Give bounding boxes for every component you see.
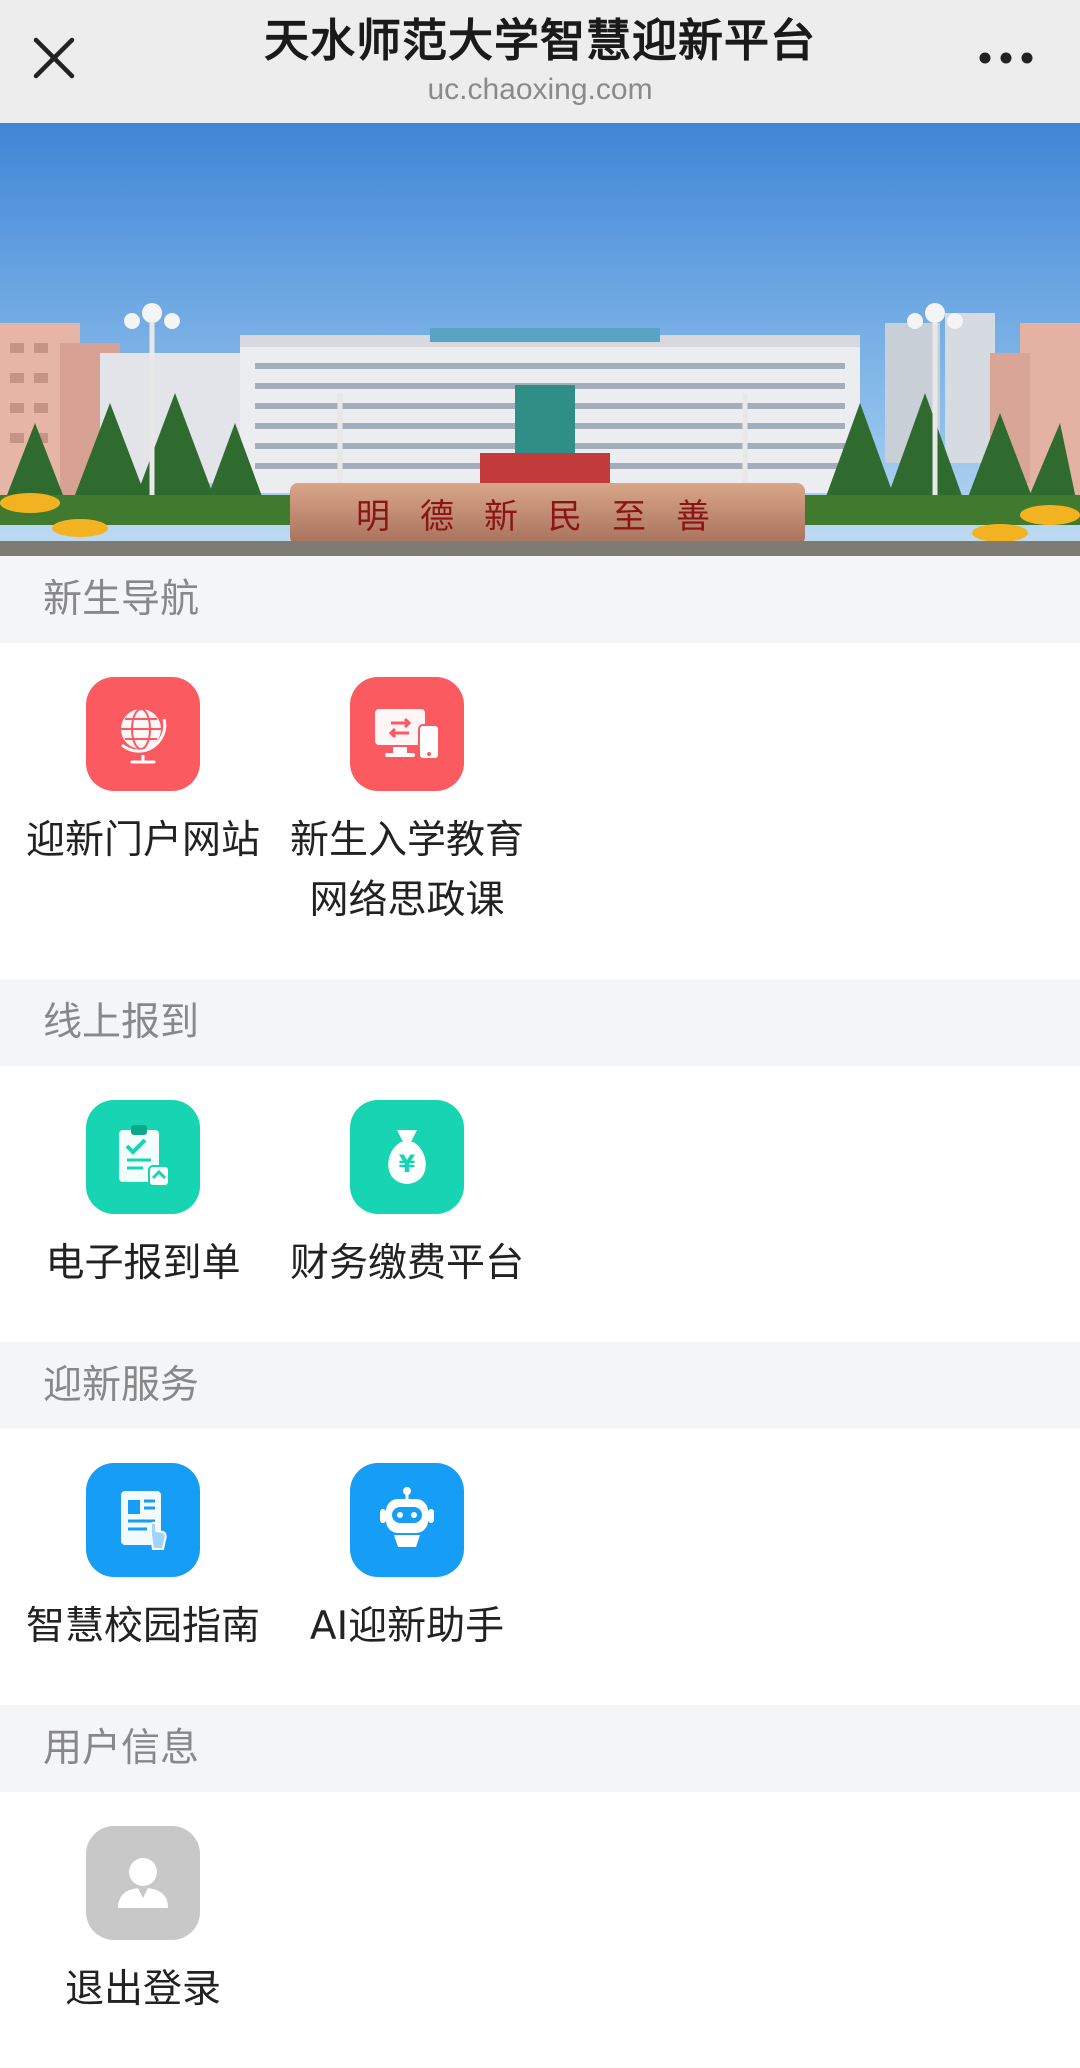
globe-icon-tile (86, 677, 200, 791)
user-avatar-icon (118, 1858, 168, 1908)
monitor-phone-icon (375, 709, 440, 760)
section-header-welcome-services: 迎新服务 (0, 1342, 1080, 1429)
svg-text:¥: ¥ (399, 1150, 416, 1178)
campus-photo: 明德新民至善 (0, 123, 1080, 556)
tile-finance-payment[interactable]: ¥ 财务缴费平台 (275, 1100, 539, 1294)
tile-label: AI迎新助手 (309, 1604, 505, 1649)
page-url: uc.chaoxing.com (427, 73, 653, 106)
guide-document-icon-tile (86, 1463, 200, 1577)
section-title: 迎新服务 (43, 1363, 200, 1408)
section-header-online-checkin: 线上报到 (0, 979, 1080, 1066)
tile-welcome-portal[interactable]: 迎新门户网站 (11, 677, 275, 871)
campus-banner: 明德新民至善 (0, 123, 1080, 556)
tile-ai-assistant[interactable]: AI迎新助手 (275, 1463, 539, 1657)
section-header-freshman-nav: 新生导航 (0, 556, 1080, 643)
section-header-user-info: 用户信息 (0, 1705, 1080, 1792)
section-user-info: 退出登录 (0, 1792, 1080, 2068)
money-bag-icon-tile: ¥ (350, 1100, 464, 1214)
tile-logout[interactable]: 退出登录 (11, 1826, 275, 2020)
section-title: 线上报到 (43, 1000, 200, 1045)
robot-icon-tile (350, 1463, 464, 1577)
tile-label: 财务缴费平台 (289, 1241, 524, 1286)
guide-document-icon (121, 1491, 167, 1550)
clipboard-check-icon (119, 1125, 170, 1187)
close-button[interactable] (22, 26, 86, 90)
tile-label: 智慧校园指南 (25, 1604, 260, 1649)
section-online-checkin: 电子报到单 ¥ 财务缴费平台 (0, 1066, 1080, 1342)
money-bag-icon: ¥ (388, 1130, 426, 1184)
clipboard-check-icon-tile (86, 1100, 200, 1214)
top-bar: 天水师范大学智慧迎新平台 uc.chaoxing.com (0, 0, 1080, 123)
globe-icon (121, 708, 167, 764)
section-title: 用户信息 (43, 1726, 200, 1771)
more-dots-icon (979, 52, 1033, 64)
banner-inscription: 明德新民至善 (356, 497, 740, 537)
tile-label-line2: 网络思政课 (309, 878, 505, 923)
tile-label: 退出登录 (64, 1967, 221, 2012)
monitor-phone-icon-tile (350, 677, 464, 791)
tile-label-multiline: 新生入学教育 网络思政课 (275, 811, 539, 931)
tile-label-line1: 新生入学教育 (289, 818, 524, 863)
section-title: 新生导航 (43, 577, 200, 622)
tile-label: 迎新门户网站 (25, 818, 260, 863)
robot-icon (380, 1487, 434, 1547)
user-avatar-icon-tile (86, 1826, 200, 1940)
section-welcome-services: 智慧校园指南 AI迎新助手 (0, 1429, 1080, 1705)
tile-label: 电子报到单 (45, 1241, 241, 1286)
more-button[interactable] (966, 30, 1046, 86)
section-freshman-nav: 迎新门户网站 新生入学教育 网络思政课 (0, 643, 1080, 979)
close-icon (33, 37, 75, 79)
tile-campus-guide[interactable]: 智慧校园指南 (11, 1463, 275, 1657)
title-block: 天水师范大学智慧迎新平台 uc.chaoxing.com (160, 10, 920, 108)
tile-online-education[interactable]: 新生入学教育 网络思政课 (275, 677, 539, 931)
page-title: 天水师范大学智慧迎新平台 (263, 14, 816, 67)
tile-electronic-checkin[interactable]: 电子报到单 (11, 1100, 275, 1294)
